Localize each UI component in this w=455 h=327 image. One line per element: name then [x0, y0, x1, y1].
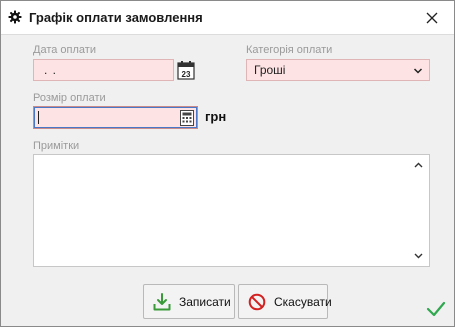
category-label: Категорія оплати [246, 44, 333, 56]
amount-label: Розмір оплати [33, 92, 106, 104]
date-input[interactable]: . . [33, 59, 174, 81]
date-value: . . [44, 63, 58, 77]
calendar-icon[interactable]: 23 [177, 60, 195, 80]
window-title: Графік оплати замовлення [29, 10, 203, 25]
download-tray-icon [153, 293, 171, 311]
cancel-button[interactable]: Скасувати [238, 284, 332, 319]
save-button[interactable]: Записати [143, 284, 235, 319]
scroll-down-icon[interactable] [414, 253, 423, 259]
checkmark-icon [426, 301, 446, 317]
notes-textarea[interactable] [33, 154, 430, 267]
category-value: Гроші [254, 63, 286, 77]
scroll-up-icon[interactable] [414, 162, 423, 168]
calendar-day: 23 [182, 70, 191, 79]
calculator-icon[interactable] [180, 110, 194, 126]
currency-label: грн [205, 109, 227, 124]
no-entry-icon [248, 293, 266, 311]
dialog-window: Графік оплати замовлення Дата оплати . .… [0, 0, 455, 327]
category-select[interactable]: Гроші [246, 59, 430, 81]
chevron-down-icon [413, 68, 423, 74]
date-label: Дата оплати [33, 44, 96, 56]
cancel-button-label: Скасувати [274, 295, 332, 309]
save-button-label: Записати [179, 295, 231, 309]
text-caret [38, 111, 39, 124]
close-icon[interactable] [422, 8, 442, 28]
title-bar[interactable]: Графік оплати замовлення [1, 1, 454, 35]
notes-label: Примітки [33, 140, 80, 152]
amount-input[interactable] [33, 106, 198, 129]
gear-icon [8, 10, 22, 24]
